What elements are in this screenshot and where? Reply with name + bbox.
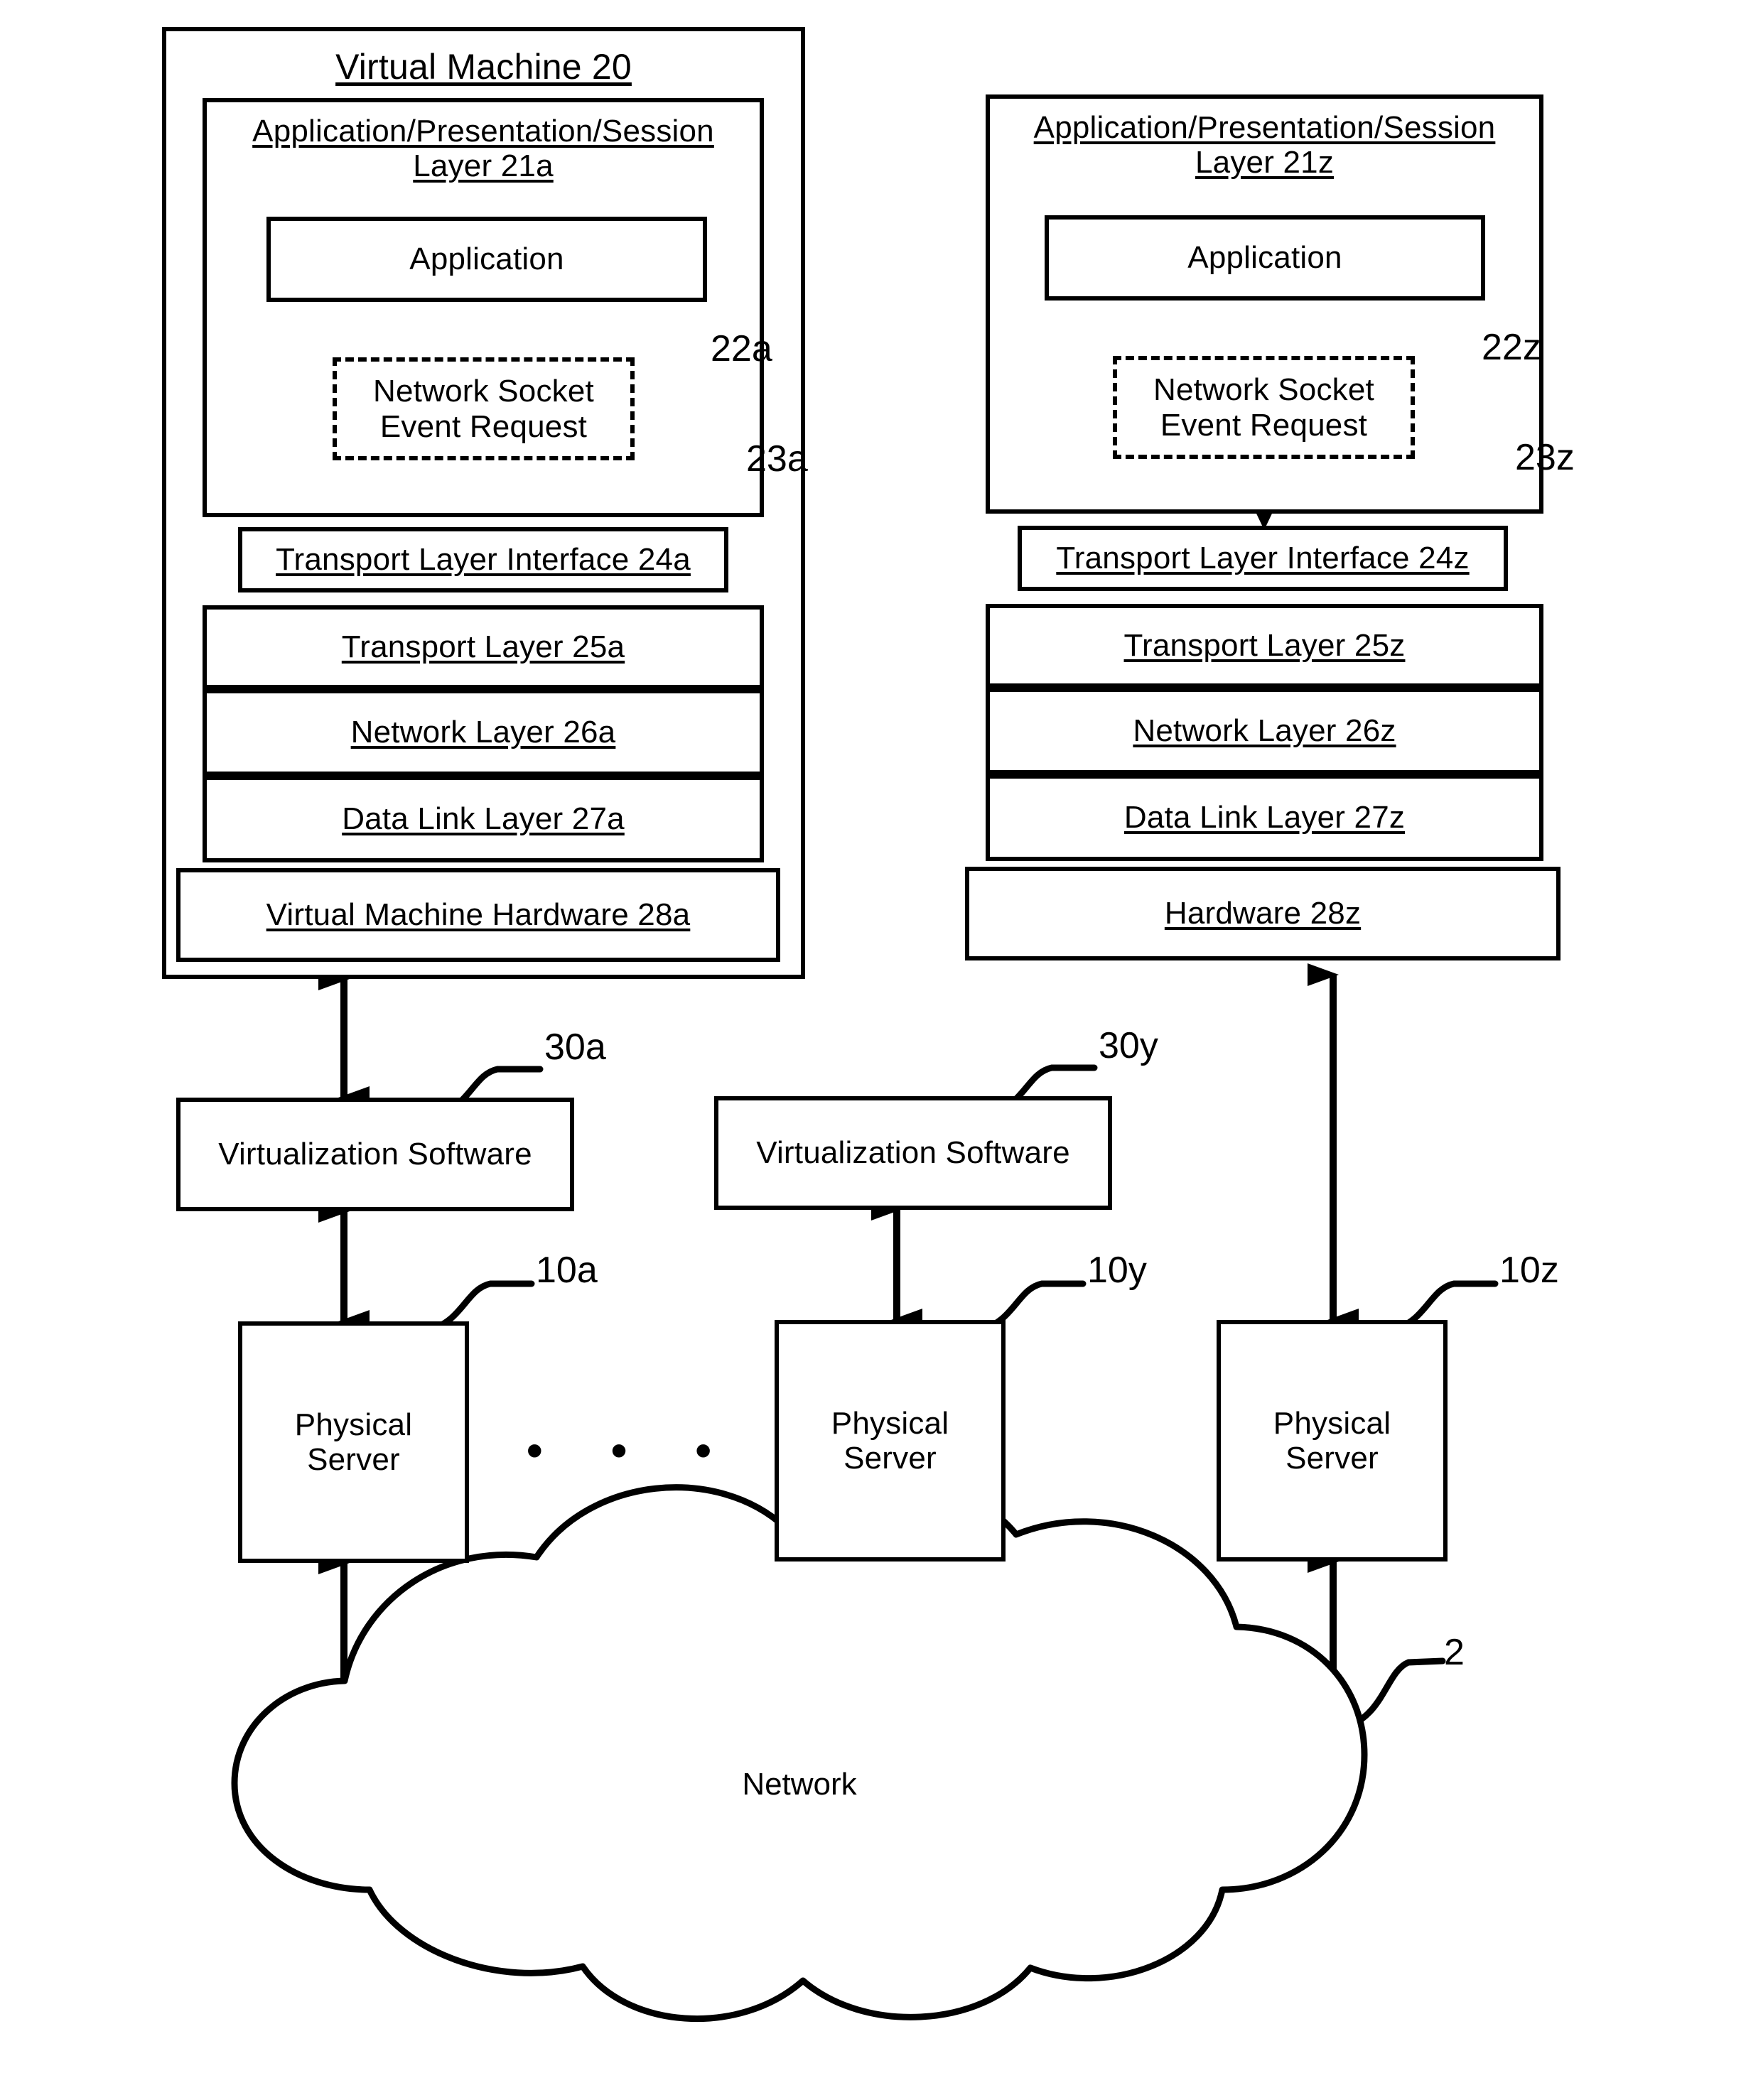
virtualization-software-box-a: Virtualization Software (176, 1098, 574, 1211)
vm-title: Virtual Machine 20 (335, 47, 632, 87)
server-ellipsis: • • • (526, 1424, 739, 1478)
virtualization-software-label-a: Virtualization Software (218, 1137, 532, 1172)
callout-23a: 23a (746, 438, 808, 480)
data-link-layer-label-a: Data Link Layer 27a (342, 801, 625, 837)
application-label-z: Application (1187, 240, 1342, 276)
callout-23z: 23z (1515, 437, 1575, 478)
data-link-layer-box-a: Data Link Layer 27a (203, 776, 764, 862)
physical-server-box-a: Physical Server (238, 1321, 469, 1563)
virtualization-software-label-y: Virtualization Software (756, 1135, 1070, 1171)
data-link-layer-box-z: Data Link Layer 27z (986, 774, 1543, 861)
hardware-label-z: Hardware 28z (1164, 896, 1362, 931)
callout-30y: 30y (1099, 1025, 1158, 1066)
transport-layer-interface-box-z: Transport Layer Interface 24z (1018, 526, 1508, 591)
transport-layer-label-a: Transport Layer 25a (341, 629, 625, 665)
physical-server-label-y: Physical Server (831, 1405, 949, 1476)
network-layer-label-a: Network Layer 26a (350, 715, 616, 750)
network-layer-box-a: Network Layer 26a (203, 689, 764, 776)
transport-layer-interface-label-a: Transport Layer Interface 24a (276, 542, 691, 578)
transport-layer-interface-box-a: Transport Layer Interface 24a (238, 527, 728, 592)
callout-10z: 10z (1499, 1250, 1559, 1291)
hardware-box-z: Hardware 28z (965, 867, 1561, 960)
application-box-a: Application (266, 217, 707, 302)
transport-layer-label-z: Transport Layer 25z (1123, 628, 1406, 664)
session-layer-label-a: Application/Presentation/Session Layer 2… (252, 114, 714, 184)
leader-2 (1345, 1657, 1446, 1730)
application-box-z: Application (1045, 215, 1485, 301)
network-cloud (231, 1480, 1368, 2023)
virtual-machine-hardware-box-a: Virtual Machine Hardware 28a (176, 868, 780, 962)
callout-22z: 22z (1482, 327, 1541, 368)
socket-request-label-z: Network Socket Event Request (1153, 372, 1374, 443)
callout-2: 2 (1444, 1632, 1465, 1673)
physical-server-box-y: Physical Server (775, 1320, 1006, 1562)
session-layer-label-z: Application/Presentation/Session Layer 2… (1033, 110, 1496, 180)
virtual-machine-hardware-label-a: Virtual Machine Hardware 28a (266, 897, 691, 933)
network-socket-event-request-z: Network Socket Event Request (1113, 356, 1415, 459)
physical-server-label-z: Physical Server (1273, 1405, 1391, 1476)
transport-layer-box-a: Transport Layer 25a (203, 605, 764, 689)
data-link-layer-label-z: Data Link Layer 27z (1123, 800, 1406, 835)
physical-server-box-z: Physical Server (1217, 1320, 1448, 1562)
callout-30a: 30a (544, 1027, 606, 1068)
network-socket-event-request-a: Network Socket Event Request (333, 357, 635, 460)
application-label-a: Application (409, 242, 564, 277)
transport-layer-box-z: Transport Layer 25z (986, 604, 1543, 688)
callout-22a: 22a (711, 328, 772, 369)
network-layer-label-z: Network Layer 26z (1133, 713, 1396, 749)
callout-10a: 10a (536, 1250, 598, 1291)
virtualization-software-box-y: Virtualization Software (714, 1096, 1112, 1210)
patent-figure: Virtual Machine 20 Application/Presentat… (0, 0, 1741, 2100)
network-layer-box-z: Network Layer 26z (986, 688, 1543, 774)
transport-layer-interface-label-z: Transport Layer Interface 24z (1056, 541, 1470, 576)
network-cloud-label: Network (742, 1767, 857, 1802)
physical-server-label-a: Physical Server (294, 1407, 413, 1477)
socket-request-label-a: Network Socket Event Request (373, 374, 594, 444)
callout-10y: 10y (1087, 1250, 1147, 1291)
